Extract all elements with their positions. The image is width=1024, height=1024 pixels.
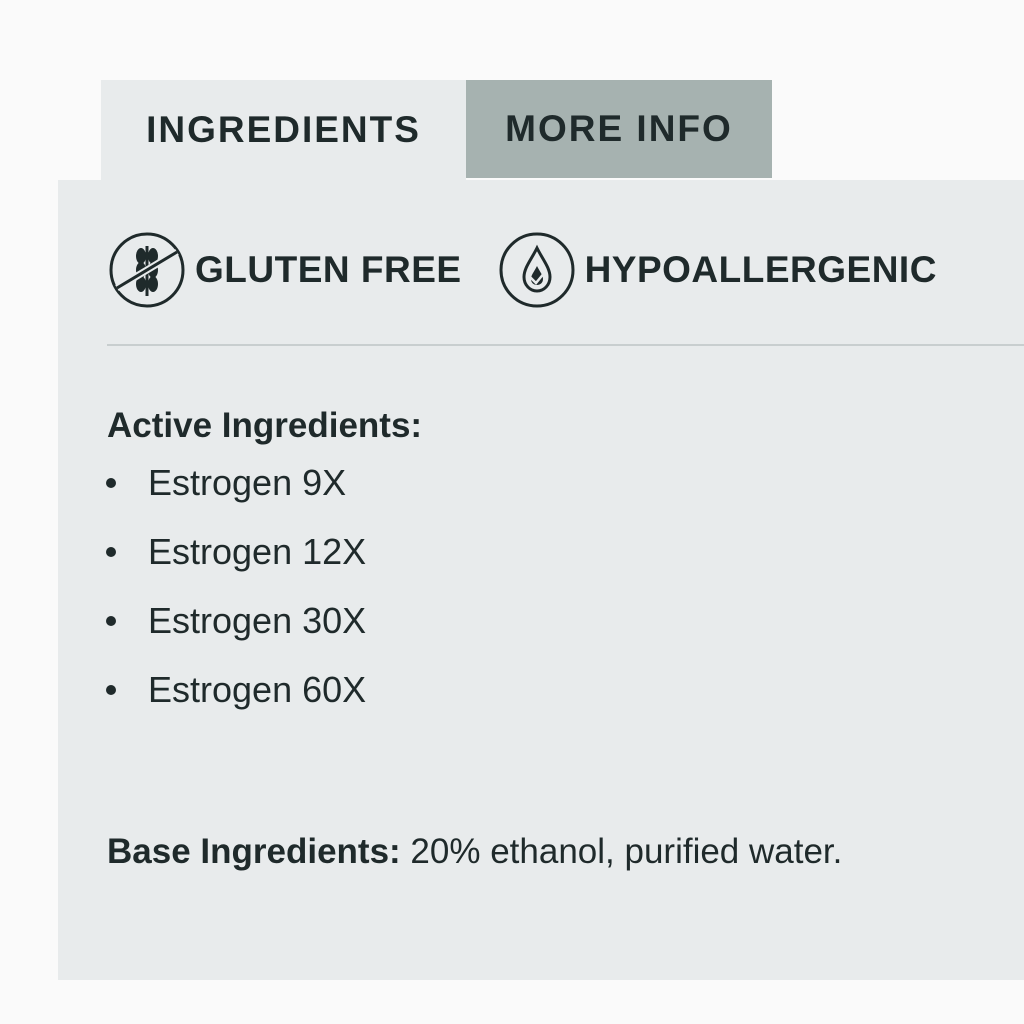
list-item: Estrogen 30X [106,596,366,646]
active-ingredients-title: Active Ingredients: [107,406,423,445]
tab-more-info[interactable]: MORE INFO [466,80,772,178]
bullet [106,685,116,695]
ingredient-label: Estrogen 30X [148,600,367,641]
hypoallergenic-icon [499,232,575,308]
badge-row: GLUTEN FREE HYPOALLERGENIC [107,230,972,310]
base-ingredients-label: Base Ingredients: [107,832,401,871]
list-item: Estrogen 9X [106,458,366,508]
tab-bar: INGREDIENTS MORE INFO [101,80,772,180]
base-ingredients: Base Ingredients: 20% ethanol, purified … [107,832,842,872]
gluten-free-icon [109,232,185,308]
list-item: Estrogen 60X [106,665,366,715]
gluten-free-label: GLUTEN FREE [195,249,462,290]
bullet [106,478,116,488]
bullet [106,547,116,557]
hypoallergenic-label: HYPOALLERGENIC [584,249,937,290]
ingredients-panel: GLUTEN FREE HYPOALLERGENIC Active Ingred… [58,180,1024,980]
active-ingredients-list: Estrogen 9X Estrogen 12X Estrogen 30X Es… [106,458,366,734]
divider [107,344,1024,346]
list-item: Estrogen 12X [106,527,366,577]
ingredient-label: Estrogen 9X [148,462,347,503]
gluten-free-badge: GLUTEN FREE [107,230,462,310]
base-ingredients-value: 20% ethanol, purified water. [400,832,843,871]
hypoallergenic-badge: HYPOALLERGENIC [497,230,937,310]
bullet [106,616,116,626]
ingredient-label: Estrogen 12X [148,531,367,572]
tab-ingredients[interactable]: INGREDIENTS [101,80,466,180]
ingredient-label: Estrogen 60X [148,669,367,710]
